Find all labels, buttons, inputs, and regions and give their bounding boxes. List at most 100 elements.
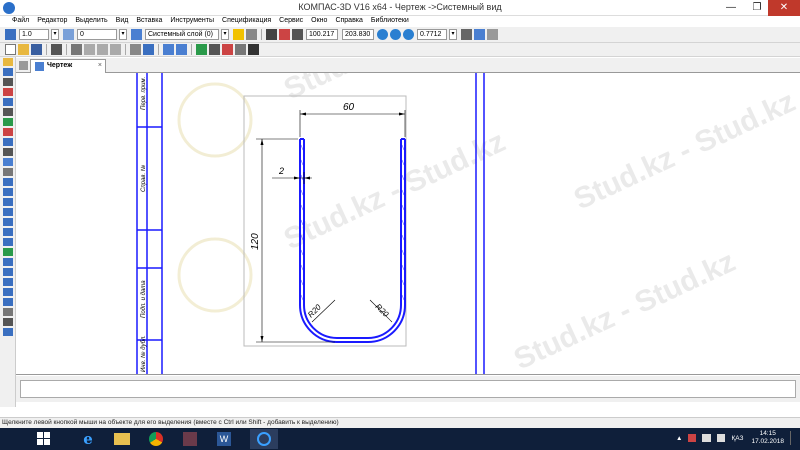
language-indicator[interactable]: ҚАЗ — [731, 435, 743, 442]
hatch-tool-icon[interactable] — [3, 308, 13, 316]
show-all-icon[interactable] — [487, 29, 498, 40]
coord-y-field[interactable]: 203.830 — [342, 29, 374, 40]
view-tool-icon[interactable] — [3, 168, 13, 176]
contour-tool-icon[interactable] — [3, 318, 13, 326]
dimension-tool-icon[interactable] — [3, 78, 13, 86]
step-dropdown[interactable]: ▾ — [51, 29, 59, 40]
menu-view[interactable]: Вид — [112, 16, 133, 27]
layer-field[interactable]: Системный слой (0) — [145, 29, 219, 40]
menu-libraries[interactable]: Библиотеки — [367, 16, 413, 27]
taskbar-chrome[interactable] — [142, 429, 170, 449]
menu-insert[interactable]: Вставка — [132, 16, 166, 27]
flag-icon[interactable] — [688, 434, 697, 442]
angle-icon[interactable] — [63, 29, 74, 40]
zoom-in-icon[interactable] — [390, 29, 401, 40]
report-tool-icon[interactable] — [3, 148, 13, 156]
copy-icon[interactable] — [97, 44, 108, 55]
minimize-button[interactable]: — — [718, 0, 744, 16]
spline-tool-icon[interactable] — [3, 238, 13, 246]
offset-tool-icon[interactable] — [3, 268, 13, 276]
start-button[interactable] — [30, 429, 58, 449]
ortho-icon[interactable] — [266, 29, 277, 40]
angle-dropdown[interactable]: ▾ — [119, 29, 127, 40]
redo-icon[interactable] — [176, 44, 187, 55]
tab-list-icon[interactable] — [19, 61, 28, 70]
local-cs-icon[interactable] — [279, 29, 290, 40]
menu-specification[interactable]: Спецификация — [218, 16, 275, 27]
param-tool-icon[interactable] — [3, 108, 13, 116]
menu-window[interactable]: Окно — [307, 16, 331, 27]
edit-tool-icon[interactable] — [3, 98, 13, 106]
coord-x-field[interactable]: 100.217 — [306, 29, 338, 40]
library-icon[interactable] — [143, 44, 154, 55]
menu-file[interactable]: Файл — [8, 16, 33, 27]
menu-help[interactable]: Справка — [331, 16, 366, 27]
close-button[interactable]: ✕ — [768, 0, 800, 16]
properties-icon[interactable] — [130, 44, 141, 55]
taskbar-word[interactable]: W — [210, 429, 238, 449]
menu-tools[interactable]: Инструменты — [166, 16, 218, 27]
circle-tool-icon[interactable] — [3, 208, 13, 216]
maximize-button[interactable]: ❐ — [744, 0, 770, 16]
command-input-area[interactable] — [20, 380, 796, 398]
step-field[interactable]: 1.0 — [19, 29, 49, 40]
paste-icon[interactable] — [110, 44, 121, 55]
coords-icon[interactable] — [292, 29, 303, 40]
taskbar-kompas[interactable] — [250, 429, 278, 449]
snap-icon[interactable] — [233, 29, 244, 40]
spec-tool-icon[interactable] — [3, 138, 13, 146]
volume-icon[interactable] — [717, 434, 726, 442]
measure-tool-icon[interactable] — [3, 118, 13, 126]
zoom-out-icon[interactable] — [403, 29, 414, 40]
measure-icon[interactable] — [235, 44, 246, 55]
copy-tool-icon[interactable] — [3, 328, 13, 336]
point-tool-icon[interactable] — [3, 68, 13, 76]
zoom-window-icon[interactable] — [377, 29, 388, 40]
select-all-tool-icon[interactable] — [3, 128, 13, 136]
grid-icon[interactable] — [246, 29, 257, 40]
variables-icon[interactable] — [209, 44, 220, 55]
cut-icon[interactable] — [84, 44, 95, 55]
menu-service[interactable]: Сервис — [275, 16, 307, 27]
layer-dropdown[interactable]: ▾ — [221, 29, 229, 40]
notation-tool-icon[interactable] — [3, 88, 13, 96]
segment-tool-icon[interactable] — [3, 188, 13, 196]
taskbar-ie[interactable]: e — [74, 429, 102, 449]
ellipse-tool-icon[interactable] — [3, 228, 13, 236]
arc-tool-icon[interactable] — [3, 218, 13, 226]
zoom-dropdown[interactable]: ▾ — [449, 29, 457, 40]
fillet-tool-icon[interactable] — [3, 248, 13, 256]
grid-step-icon[interactable] — [5, 29, 16, 40]
line-tool-icon[interactable] — [3, 178, 13, 186]
pan-icon[interactable] — [461, 29, 472, 40]
polygon-tool-icon[interactable] — [3, 298, 13, 306]
network-icon[interactable] — [702, 434, 712, 442]
drawing-canvas[interactable]: Stud.kz - Stud.kz Stud.kz - Stud.kz Stud… — [16, 73, 800, 375]
chamfer-tool-icon[interactable] — [3, 258, 13, 266]
function-icon[interactable] — [222, 44, 233, 55]
notifications-icon[interactable] — [790, 431, 796, 445]
angle-field[interactable]: 0 — [77, 29, 117, 40]
rectangle-tool-icon[interactable] — [3, 288, 13, 296]
save-icon[interactable] — [31, 44, 42, 55]
menu-select[interactable]: Выделить — [71, 16, 111, 27]
auxline-tool-icon[interactable] — [3, 198, 13, 206]
menu-edit[interactable]: Редактор — [33, 16, 71, 27]
tray-arrow-icon[interactable]: ▲ — [676, 435, 682, 442]
polyline-tool-icon[interactable] — [3, 278, 13, 286]
new-document-icon[interactable] — [5, 44, 16, 55]
tab-drawing[interactable]: Чертеж × — [30, 59, 106, 73]
tab-close-icon[interactable]: × — [98, 60, 102, 72]
zoom-field[interactable]: 0.7712 — [417, 29, 447, 40]
taskbar-explorer[interactable] — [108, 429, 136, 449]
undo-icon[interactable] — [163, 44, 174, 55]
help-cursor-icon[interactable] — [248, 44, 259, 55]
print-icon[interactable] — [51, 44, 62, 55]
open-icon[interactable] — [18, 44, 29, 55]
preview-icon[interactable] — [71, 44, 82, 55]
select-tool-icon[interactable] — [3, 58, 13, 66]
taskbar-app-4[interactable] — [176, 429, 204, 449]
insert-tool-icon[interactable] — [3, 158, 13, 166]
layer-icon[interactable] — [131, 29, 142, 40]
refresh-icon[interactable] — [474, 29, 485, 40]
